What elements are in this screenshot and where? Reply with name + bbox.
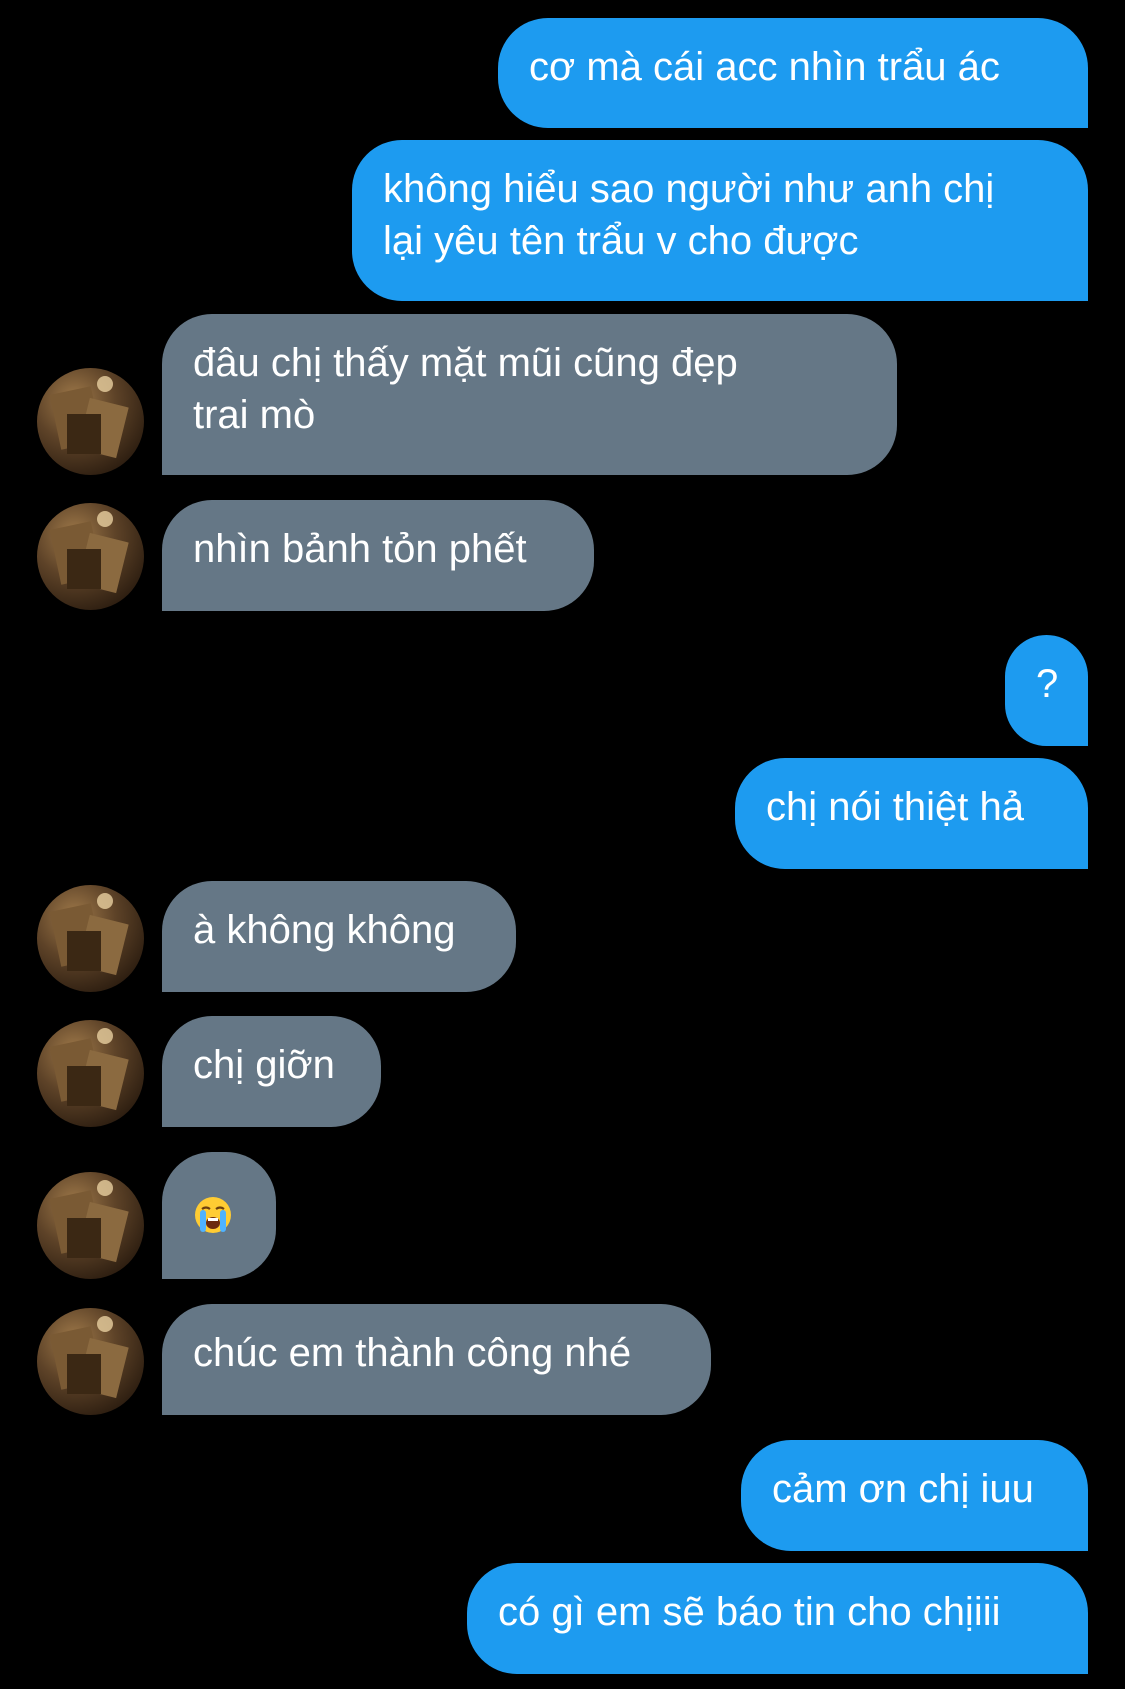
avatar-photo-icon	[49, 1180, 129, 1263]
sent-message[interactable]: không hiểu sao người như anh chị lại yêu…	[352, 140, 1088, 301]
received-message[interactable]: chúc em thành công nhé	[162, 1304, 711, 1415]
contact-avatar[interactable]	[37, 1172, 144, 1279]
sent-message[interactable]: có gì em sẽ báo tin cho chịiii	[467, 1563, 1088, 1674]
message-text-line: đâu chị thấy mặt mũi cũng đẹp	[193, 341, 738, 385]
received-message[interactable]	[162, 1152, 276, 1279]
sent-message[interactable]: cảm ơn chị iuu	[741, 1440, 1088, 1551]
avatar-photo-icon	[49, 1316, 129, 1399]
message-text: chị giỡn	[193, 1043, 335, 1087]
received-message[interactable]: à không không	[162, 881, 516, 992]
contact-avatar[interactable]	[37, 1020, 144, 1127]
message-text-line: trai mò	[193, 393, 316, 437]
sent-message[interactable]: chị nói thiệt hả	[735, 758, 1088, 869]
avatar-photo-icon	[49, 1028, 129, 1111]
message-text-line: lại yêu tên trẩu v cho được	[383, 219, 859, 263]
received-message[interactable]: nhìn bảnh tỏn phết	[162, 500, 594, 611]
message-text: cảm ơn chị iuu	[772, 1467, 1034, 1511]
contact-avatar[interactable]	[37, 885, 144, 992]
message-text: có gì em sẽ báo tin cho chịiii	[498, 1590, 1001, 1634]
sent-message[interactable]: cơ mà cái acc nhìn trẩu ác	[498, 18, 1088, 128]
message-text: à không không	[193, 908, 456, 952]
contact-avatar[interactable]	[37, 368, 144, 475]
message-text: cơ mà cái acc nhìn trẩu ác	[529, 45, 1000, 89]
received-message[interactable]: chị giỡn	[162, 1016, 381, 1127]
message-text: ?	[1036, 662, 1059, 706]
contact-avatar[interactable]	[37, 503, 144, 610]
avatar-photo-icon	[49, 376, 129, 459]
avatar-photo-icon	[49, 511, 129, 594]
message-text-line: không hiểu sao người như anh chị	[383, 167, 995, 211]
message-text: nhìn bảnh tỏn phết	[193, 527, 527, 571]
loudly-crying-face-icon	[195, 1197, 231, 1233]
contact-avatar[interactable]	[37, 1308, 144, 1415]
message-text: chúc em thành công nhé	[193, 1331, 632, 1375]
sent-message[interactable]: ?	[1005, 635, 1088, 746]
message-text: chị nói thiệt hả	[766, 785, 1024, 829]
avatar-photo-icon	[49, 893, 129, 976]
received-message[interactable]: đâu chị thấy mặt mũi cũng đẹp trai mò	[162, 314, 897, 475]
